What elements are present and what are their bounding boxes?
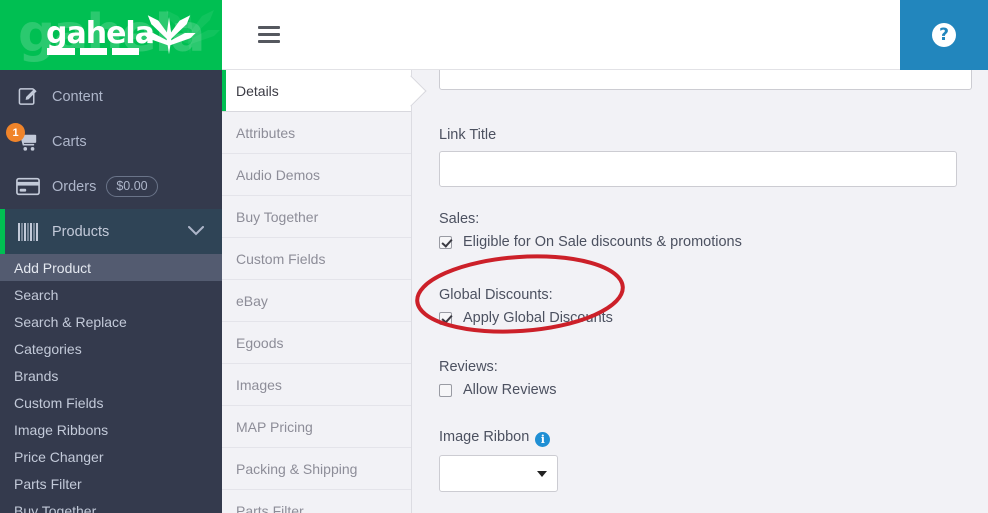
tab-custom-fields[interactable]: Custom Fields: [222, 238, 411, 280]
hamburger-menu-icon[interactable]: [258, 26, 280, 43]
tab-label: Parts Filter: [236, 502, 304, 513]
tab-label: Custom Fields: [236, 250, 326, 267]
primary-sidebar: gahela gahela Content 1 Carts Orders $0.…: [0, 0, 222, 513]
sidebar-subitem-image-ribbons[interactable]: Image Ribbons: [0, 416, 222, 443]
chevron-down-icon: [188, 224, 204, 240]
tab-label: MAP Pricing: [236, 418, 313, 435]
image-ribbon-label: Image Ribbon i: [439, 429, 558, 447]
sidebar-subitem-brands[interactable]: Brands: [0, 362, 222, 389]
sidebar-subitem-label: Custom Fields: [14, 394, 104, 411]
help-button[interactable]: ?: [900, 0, 988, 70]
main-content: ? Details Attributes Audio Demos Buy Tog…: [222, 0, 988, 513]
tab-label: Buy Together: [236, 208, 319, 225]
sidebar-item-orders[interactable]: Orders $0.00: [0, 164, 222, 209]
sales-group: Sales: Eligible for On Sale discounts & …: [439, 211, 742, 250]
tab-details[interactable]: Details: [222, 70, 427, 112]
logo-text: gahela: [46, 16, 155, 51]
global-discounts-checkbox-row[interactable]: Apply Global Discounts: [439, 310, 613, 326]
sidebar-subitem-categories[interactable]: Categories: [0, 335, 222, 362]
sidebar-subitem-label: Search: [14, 286, 59, 303]
link-title-input[interactable]: [439, 151, 957, 187]
sidebar-item-label: Orders: [52, 178, 97, 195]
credit-card-icon: [14, 176, 42, 198]
sales-checkbox-row[interactable]: Eligible for On Sale discounts & promoti…: [439, 234, 742, 250]
link-title-group: Link Title: [439, 127, 957, 187]
tab-attributes[interactable]: Attributes: [222, 112, 411, 154]
allow-reviews-checkbox[interactable]: [439, 383, 452, 397]
reviews-label: Reviews:: [439, 359, 498, 375]
sidebar-item-carts[interactable]: 1 Carts: [0, 119, 222, 164]
content-body: Details Attributes Audio Demos Buy Toget…: [222, 70, 988, 513]
image-ribbon-label-text: Image Ribbon: [439, 429, 530, 445]
tab-label: Egoods: [236, 334, 284, 351]
tab-label: Attributes: [236, 124, 296, 141]
application-window: gahela gahela Content 1 Carts Orders $0.…: [0, 0, 988, 513]
orders-total-pill: $0.00: [106, 176, 158, 197]
reviews-checkbox-row[interactable]: Allow Reviews: [439, 382, 556, 398]
barcode-icon: [14, 221, 42, 243]
image-ribbon-select[interactable]: [439, 455, 558, 492]
global-discounts-group: Global Discounts: Apply Global Discounts: [439, 287, 613, 326]
sidebar-nav: Content 1 Carts Orders $0.00 Products Ad…: [0, 70, 222, 513]
tab-parts-filter[interactable]: Parts Filter: [222, 490, 411, 513]
sidebar-item-content[interactable]: Content: [0, 74, 222, 119]
tab-images[interactable]: Images: [222, 364, 411, 406]
sidebar-subitem-parts-filter[interactable]: Parts Filter: [0, 470, 222, 497]
sidebar-subitem-label: Add Product: [14, 259, 92, 276]
tab-label: Packing & Shipping: [236, 460, 358, 477]
product-tabs: Details Attributes Audio Demos Buy Toget…: [222, 70, 427, 513]
eligible-on-sale-checkbox[interactable]: [439, 235, 452, 249]
sidebar-subitem-label: Categories: [14, 340, 82, 357]
details-form: Link Title Sales: Eligible for On Sale d…: [412, 70, 988, 513]
sidebar-subitem-label: Price Changer: [14, 448, 104, 465]
tab-ebay[interactable]: eBay: [222, 280, 411, 322]
top-bar: ?: [222, 0, 988, 70]
caret-down-icon: [537, 470, 547, 477]
tab-label: eBay: [236, 292, 268, 309]
sidebar-subitem-label: Brands: [14, 367, 59, 384]
tab-map-pricing[interactable]: MAP Pricing: [222, 406, 411, 448]
sidebar-subitem-search-and-replace[interactable]: Search & Replace: [0, 308, 222, 335]
sidebar-item-label: Carts: [52, 133, 87, 150]
sidebar-subitem-search[interactable]: Search: [0, 281, 222, 308]
global-discounts-label: Global Discounts:: [439, 287, 553, 303]
sidebar-subitem-label: Parts Filter: [14, 475, 82, 492]
tab-audio-demos[interactable]: Audio Demos: [222, 154, 411, 196]
allow-reviews-label: Allow Reviews: [463, 382, 557, 398]
apply-global-discounts-checkbox[interactable]: [439, 311, 452, 325]
sidebar-item-label: Content: [52, 88, 103, 105]
tab-label: Images: [236, 376, 282, 393]
apply-global-discounts-label: Apply Global Discounts: [463, 310, 613, 326]
tab-packing-and-shipping[interactable]: Packing & Shipping: [222, 448, 411, 490]
scrolled-field-above[interactable]: [439, 70, 972, 90]
brand-logo[interactable]: gahela gahela: [0, 0, 222, 70]
sales-label: Sales:: [439, 211, 480, 227]
image-ribbon-group: Image Ribbon i: [439, 429, 558, 492]
link-title-label: Link Title: [439, 127, 497, 143]
tab-buy-together[interactable]: Buy Together: [222, 196, 411, 238]
question-mark-icon: ?: [932, 23, 956, 47]
cannabis-leaf-icon: [142, 15, 196, 55]
content-edit-icon: [14, 86, 42, 108]
logo-underline: [47, 48, 139, 55]
sidebar-subitem-label: Image Ribbons: [14, 421, 109, 438]
sidebar-subitem-buy-together[interactable]: Buy Together: [0, 497, 222, 513]
sidebar-subitem-add-product[interactable]: Add Product: [0, 254, 222, 281]
sidebar-subitem-label: Buy Together: [14, 502, 97, 513]
sidebar-subitem-label: Search & Replace: [14, 313, 127, 330]
sidebar-subitem-price-changer[interactable]: Price Changer: [0, 443, 222, 470]
tab-label: Details: [236, 82, 279, 99]
sidebar-item-label: Products: [52, 223, 110, 240]
info-icon[interactable]: i: [535, 432, 551, 447]
carts-badge: 1: [6, 123, 25, 142]
tab-egoods[interactable]: Egoods: [222, 322, 411, 364]
tab-label: Audio Demos: [236, 166, 321, 183]
sidebar-subitem-custom-fields[interactable]: Custom Fields: [0, 389, 222, 416]
reviews-group: Reviews: Allow Reviews: [439, 359, 556, 398]
eligible-on-sale-label: Eligible for On Sale discounts & promoti…: [463, 234, 742, 250]
sidebar-item-products[interactable]: Products: [0, 209, 222, 254]
